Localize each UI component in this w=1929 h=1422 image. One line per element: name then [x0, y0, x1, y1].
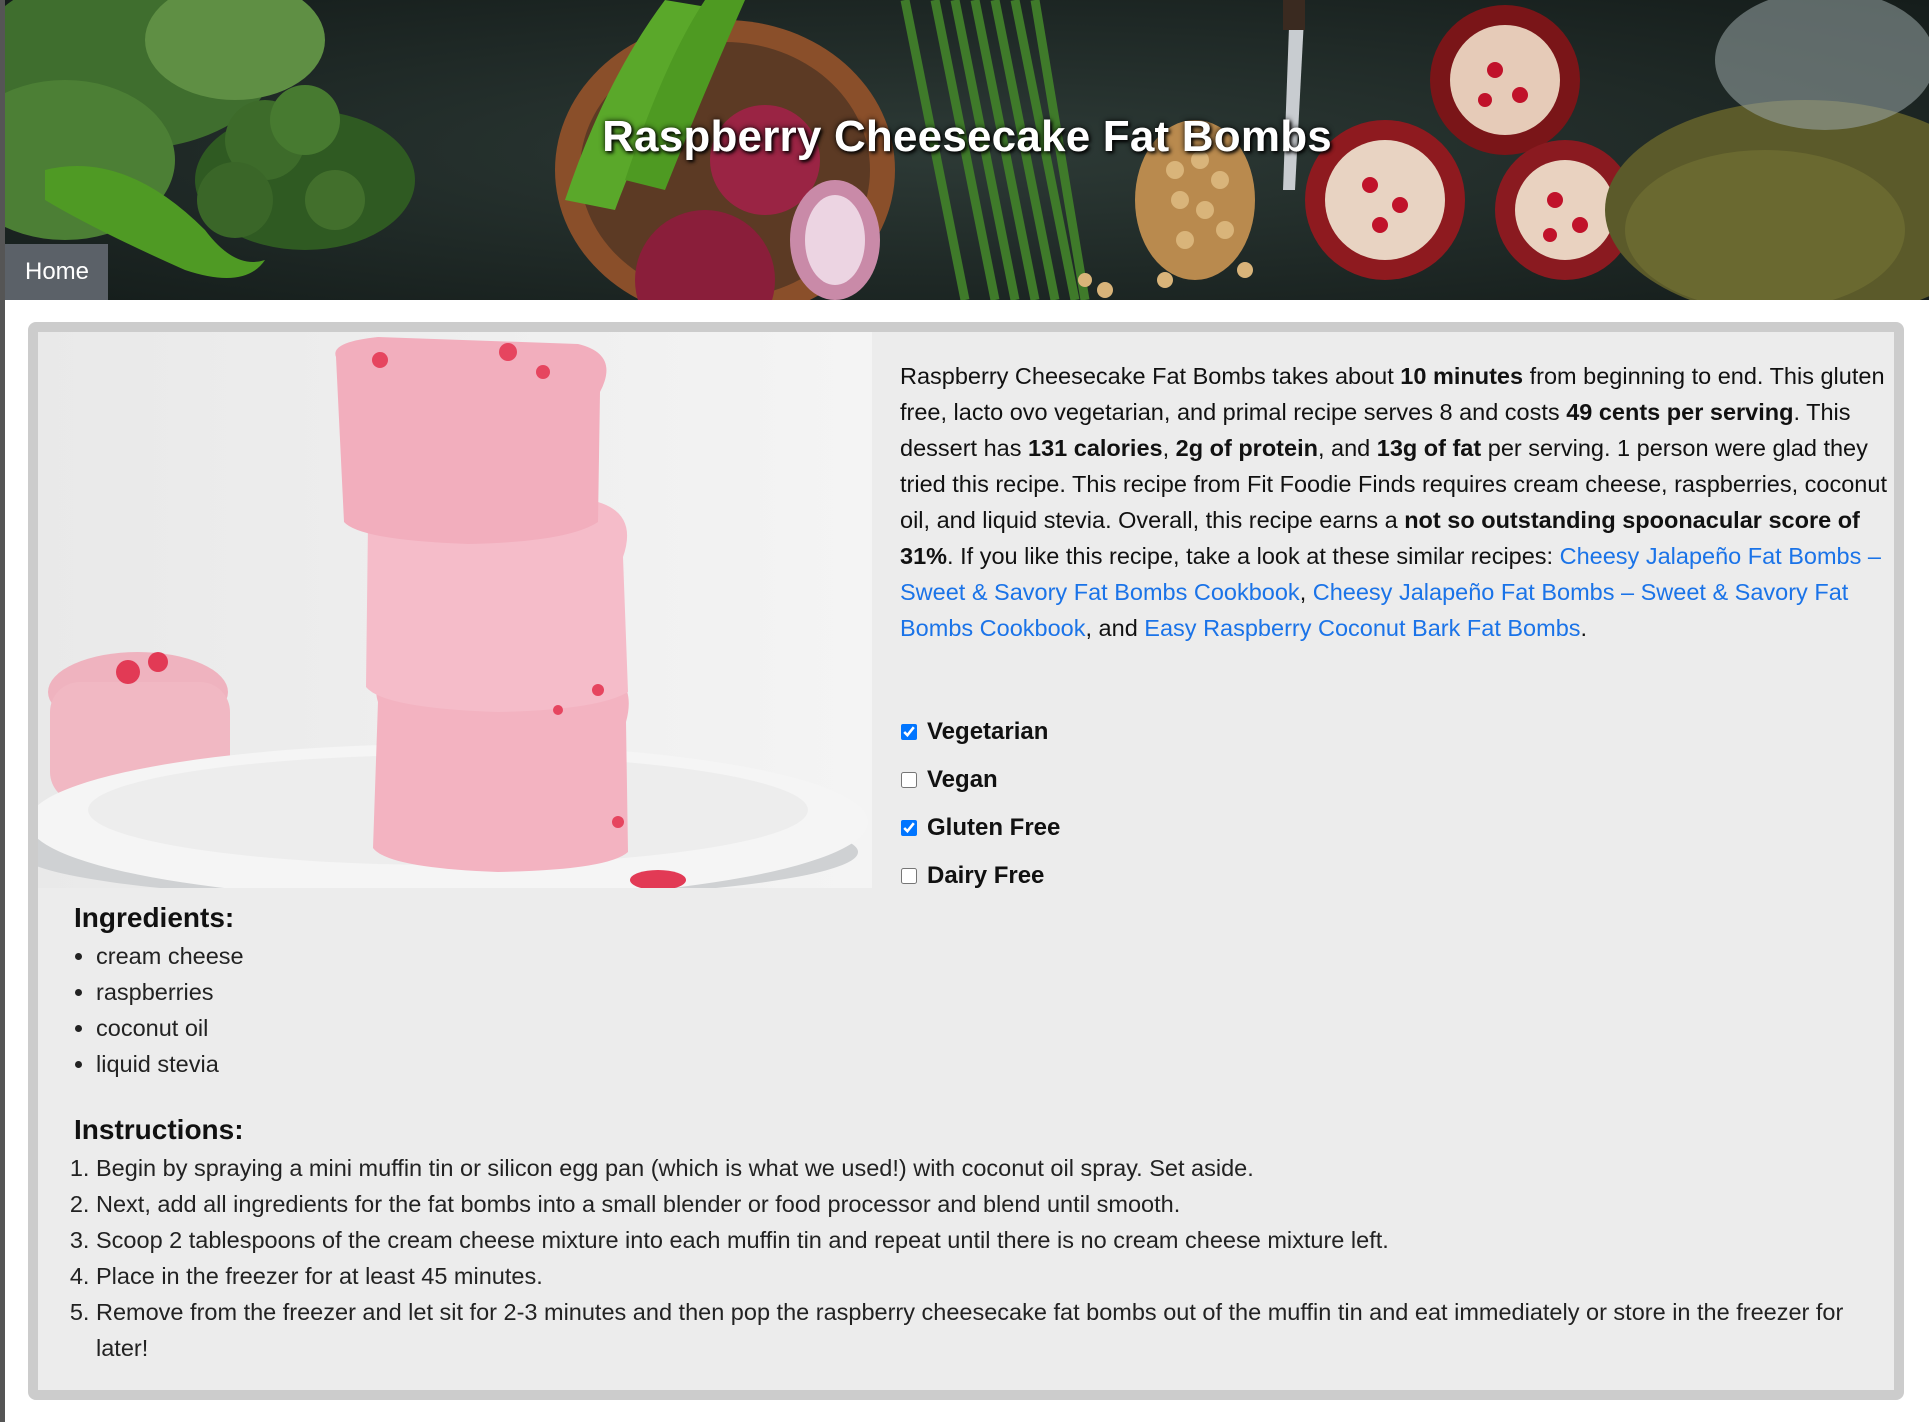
vegan-checkbox[interactable]	[901, 772, 917, 788]
ready-time: 10 minutes	[1400, 363, 1524, 389]
summary-text: , and	[1317, 435, 1377, 461]
fat-bombs-image	[38, 332, 872, 888]
dairy-free-checkbox[interactable]	[901, 868, 917, 884]
diet-label: Vegan	[927, 766, 998, 793]
diet-label: Vegetarian	[927, 718, 1049, 745]
recipe-card: Raspberry Cheesecake Fat Bombs takes abo…	[28, 322, 1904, 1400]
list-item: cream cheese	[96, 938, 1774, 974]
list-item: Begin by spraying a mini muffin tin or s…	[96, 1150, 1894, 1186]
summary-text: .	[1580, 615, 1588, 641]
ingredients-list: cream cheese raspberries coconut oil liq…	[74, 938, 1774, 1082]
instructions-heading: Instructions:	[74, 1114, 244, 1145]
summary-text: , and	[1085, 615, 1145, 641]
list-item: Next, add all ingredients for the fat bo…	[96, 1186, 1894, 1222]
diet-label: Dairy Free	[927, 862, 1045, 889]
list-item: Remove from the freezer and let sit for …	[96, 1294, 1894, 1366]
recipe-summary: Raspberry Cheesecake Fat Bombs takes abo…	[900, 358, 1900, 646]
ingredients-heading: Ingredients:	[74, 902, 235, 933]
summary-paragraph: Raspberry Cheesecake Fat Bombs takes abo…	[900, 358, 1900, 646]
diet-checklist: Vegetarian Vegan Gluten Free Dairy Free	[901, 708, 1301, 900]
similar-recipe-link-3[interactable]: Easy Raspberry Coconut Bark Fat Bombs	[1144, 615, 1580, 641]
summary-text: ,	[1299, 579, 1313, 605]
protein: 2g of protein	[1175, 435, 1318, 461]
fat: 13g of fat	[1376, 435, 1482, 461]
summary-text: . If you like this recipe, take a look a…	[947, 543, 1560, 569]
page-title: Raspberry Cheesecake Fat Bombs	[602, 112, 1332, 161]
list-item: liquid stevia	[96, 1046, 1774, 1082]
nav-bar: Home	[5, 244, 109, 300]
calories: 131 calories	[1028, 435, 1163, 461]
diet-gluten-free: Gluten Free	[901, 804, 1301, 852]
diet-label: Gluten Free	[927, 814, 1061, 841]
list-item: Scoop 2 tablespoons of the cream cheese …	[96, 1222, 1894, 1258]
page: Raspberry Cheesecake Fat Bombs Home Rasp…	[0, 0, 1929, 1422]
summary-text: ,	[1162, 435, 1176, 461]
instructions-section: Instructions: Begin by spraying a mini m…	[74, 1110, 1894, 1366]
header-banner: Raspberry Cheesecake Fat Bombs Home	[5, 0, 1929, 300]
vegetarian-checkbox[interactable]	[901, 724, 917, 740]
gluten-free-checkbox[interactable]	[901, 820, 917, 836]
recipe-photo	[38, 332, 872, 888]
ingredients-section: Ingredients: cream cheese raspberries co…	[74, 898, 1774, 1082]
diet-vegetarian: Vegetarian	[901, 708, 1301, 756]
diet-dairy-free: Dairy Free	[901, 852, 1301, 900]
list-item: coconut oil	[96, 1010, 1774, 1046]
summary-text: Raspberry Cheesecake Fat Bombs takes abo…	[900, 363, 1401, 389]
list-item: Place in the freezer for at least 45 min…	[96, 1258, 1894, 1294]
price-per-serving: 49 cents per serving	[1566, 399, 1794, 425]
nav-home-link[interactable]: Home	[5, 244, 109, 300]
instructions-list: Begin by spraying a mini muffin tin or s…	[74, 1150, 1894, 1366]
diet-vegan: Vegan	[901, 756, 1301, 804]
list-item: raspberries	[96, 974, 1774, 1010]
